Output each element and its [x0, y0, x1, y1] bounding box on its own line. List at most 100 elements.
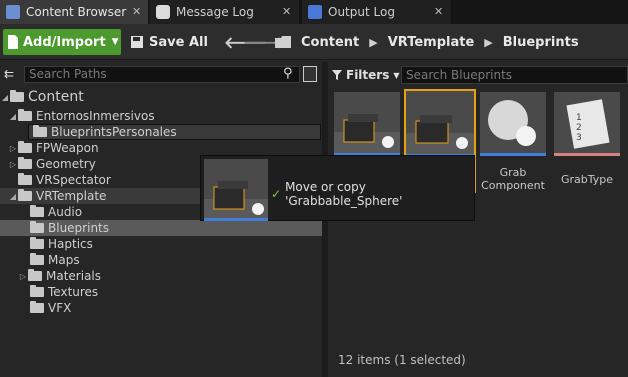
tab-output-log[interactable]: Output Log ✕: [302, 0, 452, 24]
breadcrumb-blueprints[interactable]: Blueprints: [503, 35, 579, 50]
folder-icon: [18, 141, 32, 153]
filters-button[interactable]: Filters ▼: [332, 66, 400, 84]
tree-item-maps[interactable]: Maps: [0, 252, 80, 268]
folder-icon: [18, 109, 32, 121]
tree-label: BlueprintsPersonales: [51, 125, 177, 139]
blueprint-thumbnail-icon: [204, 159, 268, 221]
save-all-label: Save All: [149, 34, 208, 50]
tab-label: Message Log: [176, 5, 254, 19]
output-log-icon: [308, 5, 322, 19]
checkmark-icon: ✓: [271, 187, 282, 201]
save-icon: [131, 36, 143, 48]
collapsed-caret-icon[interactable]: ▷: [8, 144, 18, 153]
tree-label: Haptics: [48, 237, 93, 251]
svg-text:1: 1: [576, 113, 582, 123]
filter-icon: [332, 70, 342, 80]
folder-icon: [275, 36, 291, 48]
content-browser-toolbar: Add/Import ▼ Save All 🡐 🡒 Content ▶ VRTe…: [0, 24, 628, 60]
drag-drop-tooltip: ✓ Move or copy 'Grabbable_Sphere': [200, 155, 475, 221]
enum-list-icon: 1 2 3: [554, 92, 620, 156]
folder-icon: [30, 253, 44, 265]
folder-icon: [30, 237, 44, 249]
chevron-down-icon: ▼: [111, 37, 119, 47]
folder-icon: [18, 173, 32, 185]
folder-icon: [30, 285, 44, 297]
svg-text:3: 3: [576, 133, 582, 143]
add-import-button[interactable]: Add/Import ▼: [3, 29, 121, 55]
tooltip-label: Move or copy 'Grabbable_Sphere': [285, 180, 403, 208]
tree-item-textures[interactable]: Textures: [0, 284, 98, 300]
breadcrumb-separator-icon[interactable]: ▶: [369, 36, 377, 49]
content-browser-icon: [6, 5, 20, 19]
tree-label: Geometry: [36, 157, 96, 171]
new-file-icon: [8, 35, 18, 49]
tree-item-haptics[interactable]: Haptics: [0, 236, 93, 252]
search-icon[interactable]: ⚲: [283, 66, 293, 81]
collapsed-caret-icon[interactable]: ▷: [8, 160, 18, 169]
breadcrumb-separator-icon[interactable]: ▶: [484, 36, 492, 49]
folder-icon: [10, 90, 24, 102]
close-icon[interactable]: ✕: [282, 5, 291, 18]
expanded-caret-icon[interactable]: ◢: [8, 192, 18, 201]
asset-label: Grab Component: [481, 166, 545, 192]
search-blueprints-input[interactable]: Search Blueprints: [401, 66, 628, 84]
blueprint-thumbnail-icon: [334, 92, 400, 156]
tree-item-fpweapon[interactable]: ▷ FPWeapon: [0, 140, 99, 156]
tree-label: Textures: [48, 285, 99, 299]
tree-label: Content: [28, 89, 84, 105]
folder-icon: [30, 205, 44, 217]
search-paths-input[interactable]: Search Paths: [24, 66, 300, 83]
tree-item-content[interactable]: ◢ Content: [0, 89, 322, 105]
save-all-button[interactable]: Save All: [130, 29, 208, 55]
close-icon[interactable]: ✕: [132, 5, 141, 18]
asset-tile[interactable]: 1 2 3: [554, 92, 620, 156]
blueprint-thumbnail-icon: [406, 91, 474, 157]
breadcrumb: Content ▶ VRTemplate ▶ Blueprints: [275, 29, 579, 55]
breadcrumb-content[interactable]: Content: [301, 35, 359, 50]
asset-label: GrabType: [560, 173, 614, 186]
folder-icon: [30, 221, 44, 233]
folder-icon: [18, 157, 32, 169]
folder-icon: [18, 189, 32, 201]
tree-item-vrspectator[interactable]: VRSpectator: [0, 172, 111, 188]
tab-bar: Content Browser ✕ Message Log ✕ Output L…: [0, 0, 628, 24]
tab-content-browser[interactable]: Content Browser ✕: [0, 0, 148, 24]
toggle-sources-icon[interactable]: ⇇: [4, 67, 14, 81]
item-count-status: 12 items (1 selected): [338, 353, 466, 367]
message-log-icon: [156, 5, 170, 19]
tree-label: Materials: [46, 269, 102, 283]
tree-item-blueprints[interactable]: Blueprints: [0, 220, 322, 236]
tree-item-blueprintspersonales[interactable]: BlueprintsPersonales: [28, 124, 321, 140]
drag-thumbnail: [204, 159, 268, 221]
tree-item-entornos[interactable]: ◢ EntornosInmersivos: [0, 108, 322, 124]
breadcrumb-vrtemplate[interactable]: VRTemplate: [388, 35, 475, 50]
tab-message-log[interactable]: Message Log ✕: [150, 0, 300, 24]
folder-icon: [28, 269, 42, 281]
asset-tile[interactable]: [480, 92, 546, 156]
tree-label: VRTemplate: [36, 189, 107, 203]
tree-item-vfx[interactable]: VFX: [0, 300, 71, 316]
tree-label: Maps: [48, 253, 80, 267]
tree-item-materials[interactable]: ▷ Materials: [0, 268, 101, 284]
add-import-label: Add/Import: [23, 34, 106, 50]
tooltip-message: ✓ Move or copy 'Grabbable_Sphere': [271, 180, 474, 208]
tree-label: Blueprints: [48, 221, 110, 235]
tree-label: FPWeapon: [36, 141, 99, 155]
svg-text:2: 2: [576, 123, 582, 133]
tree-item-audio[interactable]: Audio: [0, 204, 82, 220]
expanded-caret-icon[interactable]: ◢: [0, 93, 10, 102]
close-icon[interactable]: ✕: [434, 5, 443, 18]
collapsed-caret-icon[interactable]: ▷: [18, 272, 28, 281]
view-options-icon[interactable]: [303, 66, 317, 82]
expanded-caret-icon[interactable]: ◢: [8, 112, 18, 121]
tab-label: Output Log: [328, 5, 395, 19]
tree-label: EntornosInmersivos: [36, 109, 155, 123]
tree-item-geometry[interactable]: ▷ Geometry: [0, 156, 96, 172]
folder-icon: [33, 125, 47, 137]
folder-icon: [30, 301, 44, 313]
tab-label: Content Browser: [26, 5, 127, 19]
chevron-down-icon: ▼: [393, 70, 400, 80]
asset-tile[interactable]: [334, 92, 400, 156]
tree-label: VRSpectator: [36, 173, 111, 187]
tree-label: Audio: [48, 205, 83, 219]
